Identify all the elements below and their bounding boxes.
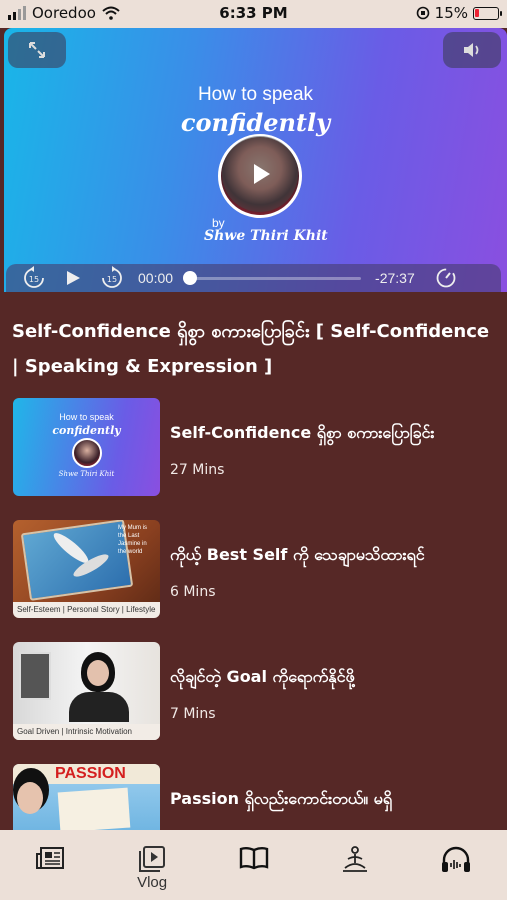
svg-text:15: 15: [107, 275, 117, 284]
speed-button[interactable]: [435, 267, 457, 289]
expand-button[interactable]: [8, 32, 66, 68]
rewind-15-button[interactable]: 15: [22, 266, 46, 290]
episode-item[interactable]: Goal Driven | Intrinsic Motivation လိုချ…: [12, 642, 496, 764]
thumb-caption: Goal Driven | Intrinsic Motivation: [13, 724, 160, 740]
video-author: Shwe Thiri Khit: [204, 228, 328, 244]
forward-15-button[interactable]: 15: [100, 266, 124, 290]
episode-thumbnail[interactable]: My Mum is the Last Jasmine in the world …: [13, 520, 160, 618]
thumb-portrait: [72, 438, 102, 468]
speaker-icon: [464, 43, 479, 57]
episode-title: Self-Confidence ရှိစွာ စကားပြောခြင်း: [170, 423, 435, 442]
episode-thumbnail[interactable]: How to speak confidently Shwe Thiri Khit: [13, 398, 160, 496]
rewind-15-icon: 15: [24, 266, 44, 288]
playback-controls: 15 15 00:00 -27:37: [6, 264, 501, 292]
video-title-line1: How to speak: [197, 84, 314, 105]
video-player[interactable]: How to speak confidently by Shwe Thiri K…: [4, 28, 507, 292]
episode-item[interactable]: My Mum is the Last Jasmine in the world …: [12, 520, 496, 642]
episode-title: ကိုယ့် Best Self ကို သေချာမသိထားရင်: [170, 545, 425, 564]
status-bar: Ooredoo 6:33 PM 15%: [0, 0, 507, 28]
seek-knob[interactable]: [183, 270, 198, 285]
episode-duration: 6 Mins: [170, 584, 216, 600]
play-button[interactable]: [64, 269, 82, 287]
meditation-icon: [342, 846, 367, 872]
video-icon: [139, 846, 166, 872]
thumb-text: How to speak: [59, 412, 114, 422]
thumb-text: confidently: [52, 424, 121, 437]
play-small-icon: [67, 271, 80, 285]
news-icon: [35, 847, 64, 869]
thumb-caption: Self-Esteem | Personal Story | Lifestyle: [13, 602, 160, 618]
episode-duration: 27 Mins: [170, 462, 225, 478]
episode-title: လိုချင်တဲ့ Goal ကိုရောက်နိုင်ဖို့: [170, 667, 355, 686]
thumb-face: [87, 660, 109, 686]
thumb-body: [69, 692, 129, 722]
tab-news[interactable]: [0, 830, 101, 900]
tab-meditation[interactable]: [304, 830, 405, 900]
thumb-face: [17, 782, 43, 814]
battery-icon: [473, 6, 502, 20]
book-icon: [239, 847, 268, 870]
episode-item[interactable]: How to speak confidently Shwe Thiri Khit…: [12, 398, 496, 520]
headphones-icon: [442, 846, 471, 872]
status-right: 15%: [416, 4, 502, 22]
thumb-text: Shwe Thiri Khit: [58, 470, 115, 478]
battery-percent: 15%: [434, 4, 468, 22]
expand-icon: [29, 42, 45, 58]
episode-list: How to speak confidently Shwe Thiri Khit…: [12, 398, 496, 886]
svg-text:15: 15: [29, 275, 39, 284]
orientation-lock-icon: [416, 6, 429, 20]
page-title: Self-Confidence ရှိစွာ စကားပြောခြင်း [ S…: [12, 321, 490, 377]
current-time: 00:00: [138, 270, 174, 286]
tab-vlog-label: Vlog: [137, 874, 168, 891]
thumb-pool: [20, 520, 134, 601]
tab-bar: Vlog: [0, 830, 507, 900]
play-overlay-button[interactable]: [222, 136, 298, 212]
seek-bar[interactable]: [183, 270, 362, 285]
thumb-sign: [57, 787, 131, 833]
episode-title: Passion ရှိလည်းကောင်းတယ်။ မရှိ: [170, 789, 393, 808]
tab-books[interactable]: [203, 830, 304, 900]
remaining-time: -27:37: [375, 270, 415, 286]
tab-audio[interactable]: [406, 830, 507, 900]
thumb-book: [19, 652, 51, 700]
episode-duration: 7 Mins: [170, 706, 216, 722]
forward-15-icon: 15: [102, 266, 122, 288]
speed-gauge-icon: [436, 268, 456, 288]
play-icon: [254, 164, 270, 184]
volume-button[interactable]: [443, 32, 501, 68]
tab-vlog[interactable]: Vlog: [101, 830, 202, 900]
video-title-line2: confidently: [180, 108, 331, 137]
episode-thumbnail[interactable]: Goal Driven | Intrinsic Motivation: [13, 642, 160, 740]
thumb-text: My Mum is the Last Jasmine in the world: [118, 525, 147, 555]
